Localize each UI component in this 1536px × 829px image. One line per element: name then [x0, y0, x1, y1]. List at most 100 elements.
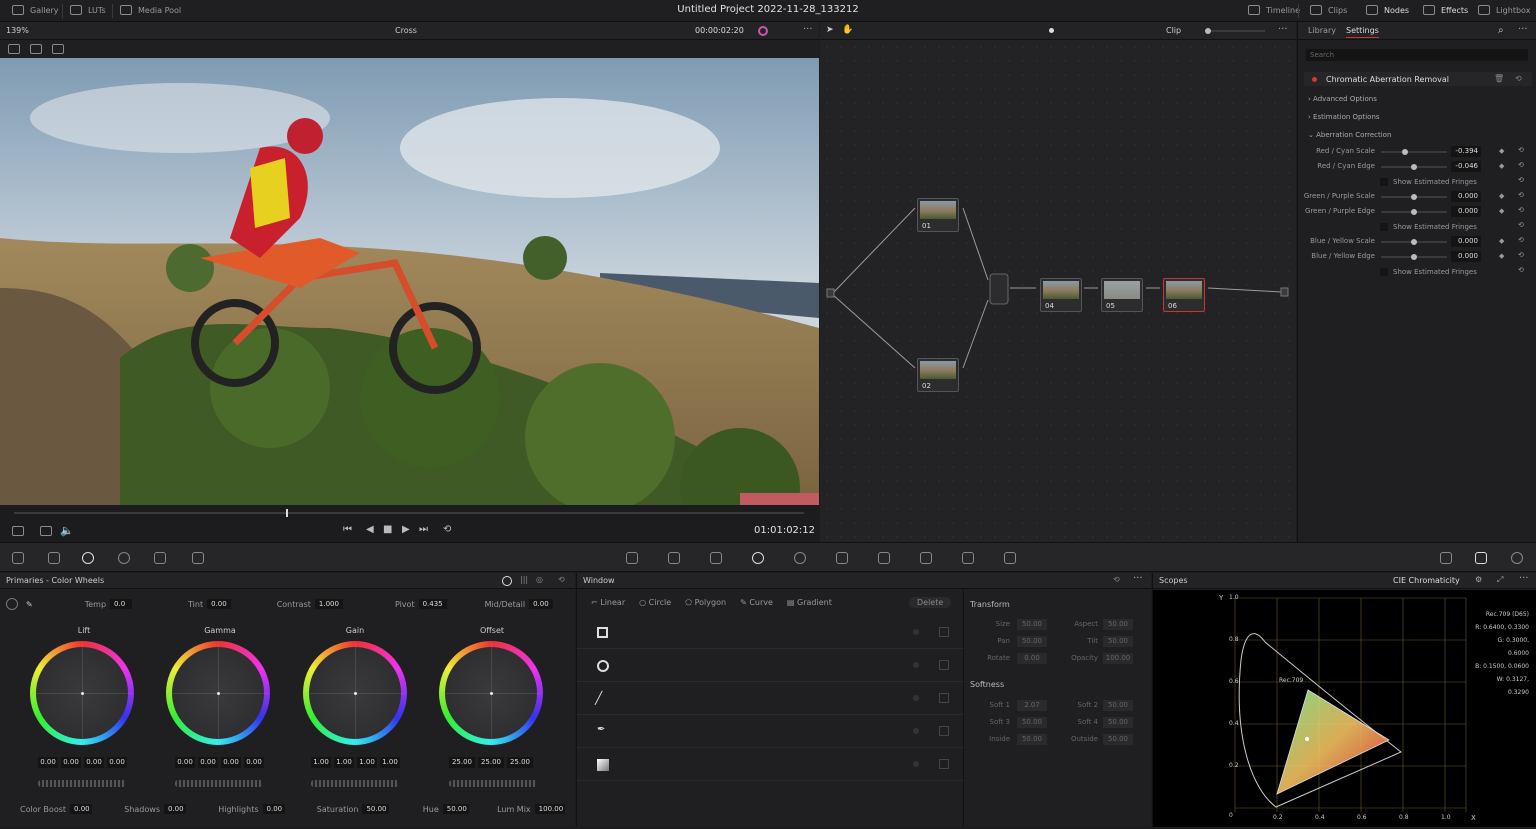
delete-window-button[interactable]: Delete	[909, 597, 952, 608]
loop-icon[interactable]: ⟲	[443, 524, 451, 535]
lightbox-button[interactable]: Lightbox	[1478, 5, 1530, 15]
qualifier-icon[interactable]	[710, 552, 722, 564]
estimation-options-toggle[interactable]: › Estimation Options	[1308, 113, 1380, 121]
tracker-icon[interactable]	[794, 552, 806, 564]
node-01[interactable]: 01	[917, 198, 959, 232]
keyframes-icon[interactable]	[1440, 552, 1452, 564]
rgb-mixer-icon[interactable]	[154, 552, 166, 564]
lift-wheel[interactable]	[30, 641, 134, 745]
more-options-icon[interactable]: ···	[803, 24, 813, 35]
pivot-field[interactable]: 0.435	[418, 599, 447, 609]
inside-field[interactable]: 50.00	[1017, 734, 1047, 745]
scopes-icon[interactable]	[1475, 552, 1487, 564]
curves-icon[interactable]	[626, 552, 638, 564]
scope-expand-icon[interactable]: ⤢	[1497, 575, 1503, 585]
pointer-icon[interactable]: ➤	[826, 25, 834, 35]
show-fringes-row-2[interactable]: Show Estimated Fringes ⟲	[1298, 220, 1536, 235]
effect-enable-icon[interactable]	[1312, 77, 1317, 82]
highlight-icon[interactable]	[52, 44, 64, 54]
window-row-linear[interactable]: ╱	[577, 683, 963, 715]
node-mode-select[interactable]: Clip	[1166, 26, 1181, 35]
color-wheels-icon[interactable]	[82, 552, 94, 564]
advanced-options-toggle[interactable]: › Advanced Options	[1308, 95, 1377, 103]
soft2-field[interactable]: 50.00	[1103, 700, 1133, 711]
scrubber-track[interactable]	[14, 512, 804, 514]
highlights-field[interactable]: 0.00	[262, 804, 285, 814]
reset-window-icon[interactable]: ⟲	[1113, 575, 1120, 584]
picker-icon[interactable]: ✎	[26, 600, 33, 609]
wheels-mode-icon[interactable]	[502, 576, 512, 586]
window-row-curve[interactable]: ✒	[577, 716, 963, 748]
node-02[interactable]: 02	[917, 358, 959, 392]
video-viewer[interactable]	[0, 58, 819, 505]
tint-field[interactable]: 0.00	[207, 599, 231, 609]
hand-icon[interactable]: ✋	[842, 25, 853, 35]
node-04[interactable]: 04	[1040, 278, 1082, 312]
sizing-icon[interactable]	[962, 552, 974, 564]
show-fringes-row-3[interactable]: Show Estimated Fringes ⟲	[1298, 265, 1536, 280]
outside-field[interactable]: 50.00	[1103, 734, 1133, 745]
search-icon[interactable]: ⌕	[1498, 25, 1504, 36]
image-view-icon[interactable]	[8, 44, 20, 54]
soft4-field[interactable]: 50.00	[1103, 717, 1133, 728]
search-input[interactable]: Search	[1306, 49, 1528, 61]
offset-jog-wheel[interactable]	[449, 780, 537, 787]
tab-library[interactable]: Library	[1308, 26, 1336, 35]
color-warper-icon[interactable]	[668, 552, 680, 564]
luts-button[interactable]: LUTs	[70, 5, 106, 15]
tilt-field[interactable]: 50.00	[1103, 636, 1133, 647]
lift-jog-wheel[interactable]	[38, 780, 126, 787]
hue-field[interactable]: 50.00	[442, 804, 470, 814]
node-graph[interactable]: 01 02 04 05 06	[820, 40, 1296, 542]
window-row-square[interactable]	[577, 617, 963, 649]
soft3-field[interactable]: 50.00	[1017, 717, 1047, 728]
audio-icon[interactable]: 🔈	[60, 524, 74, 537]
playhead[interactable]	[286, 509, 288, 517]
opacity-field[interactable]: 100.00	[1103, 653, 1133, 664]
camera-raw-icon[interactable]	[12, 552, 24, 564]
node-05[interactable]: 05	[1101, 278, 1143, 312]
key-icon[interactable]	[920, 552, 932, 564]
node-06[interactable]: 06	[1163, 278, 1205, 312]
show-fringes-row-1[interactable]: Show Estimated Fringes ⟲	[1298, 175, 1536, 190]
bars-mode-icon[interactable]: |||	[520, 575, 528, 584]
color-icon[interactable]	[758, 26, 768, 36]
color-boost-field[interactable]: 0.00	[70, 804, 93, 814]
scope-mode-select[interactable]: CIE Chromaticity	[1393, 576, 1460, 585]
tab-settings[interactable]: Settings	[1346, 26, 1379, 38]
shadows-field[interactable]: 0.00	[163, 804, 187, 814]
window-row-circle[interactable]	[577, 650, 963, 682]
effects-button[interactable]: Effects	[1423, 5, 1468, 15]
gradient-button[interactable]: ▤ Gradient	[787, 598, 832, 607]
circle-button[interactable]: ○ Circle	[639, 598, 671, 607]
gamma-jog-wheel[interactable]	[175, 780, 263, 787]
viewer-mode-icon[interactable]	[12, 526, 24, 536]
hdr-icon[interactable]	[118, 552, 130, 564]
zoom-select[interactable]: 139%	[6, 26, 29, 35]
motion-effects-icon[interactable]	[192, 552, 204, 564]
split-view-icon[interactable]	[30, 44, 42, 54]
3d-icon[interactable]	[1004, 552, 1016, 564]
gain-wheel[interactable]	[303, 641, 407, 745]
aspect-field[interactable]: 50.00	[1103, 619, 1133, 630]
settings-options-icon[interactable]: ···	[1518, 24, 1528, 35]
rotate-field[interactable]: 0.00	[1017, 653, 1047, 664]
soft1-field[interactable]: 2.07	[1017, 700, 1047, 711]
blur-icon[interactable]	[878, 552, 890, 564]
clips-button[interactable]: Clips	[1310, 5, 1347, 15]
stop-icon[interactable]: ■	[383, 524, 392, 535]
mid-detail-field[interactable]: 0.00	[529, 599, 553, 609]
gamma-wheel[interactable]	[166, 641, 270, 745]
wipe-mode-select[interactable]: Cross	[395, 26, 417, 35]
trash-icon[interactable]: 🗑	[1494, 74, 1504, 83]
size-field[interactable]: 50.00	[1017, 619, 1047, 630]
media-pool-button[interactable]: Media Pool	[120, 5, 181, 15]
saturation-field[interactable]: 50.00	[362, 804, 389, 814]
linear-button[interactable]: ⌐ Linear	[591, 598, 625, 607]
offset-wheel[interactable]	[439, 641, 543, 745]
pan-field[interactable]: 50.00	[1017, 636, 1047, 647]
curve-button[interactable]: ✎ Curve	[740, 598, 773, 607]
polygon-button[interactable]: ⬠ Polygon	[685, 598, 726, 607]
lum-mix-field[interactable]: 100.00	[534, 804, 566, 814]
reset-effect-icon[interactable]: ⟲	[1515, 74, 1522, 83]
